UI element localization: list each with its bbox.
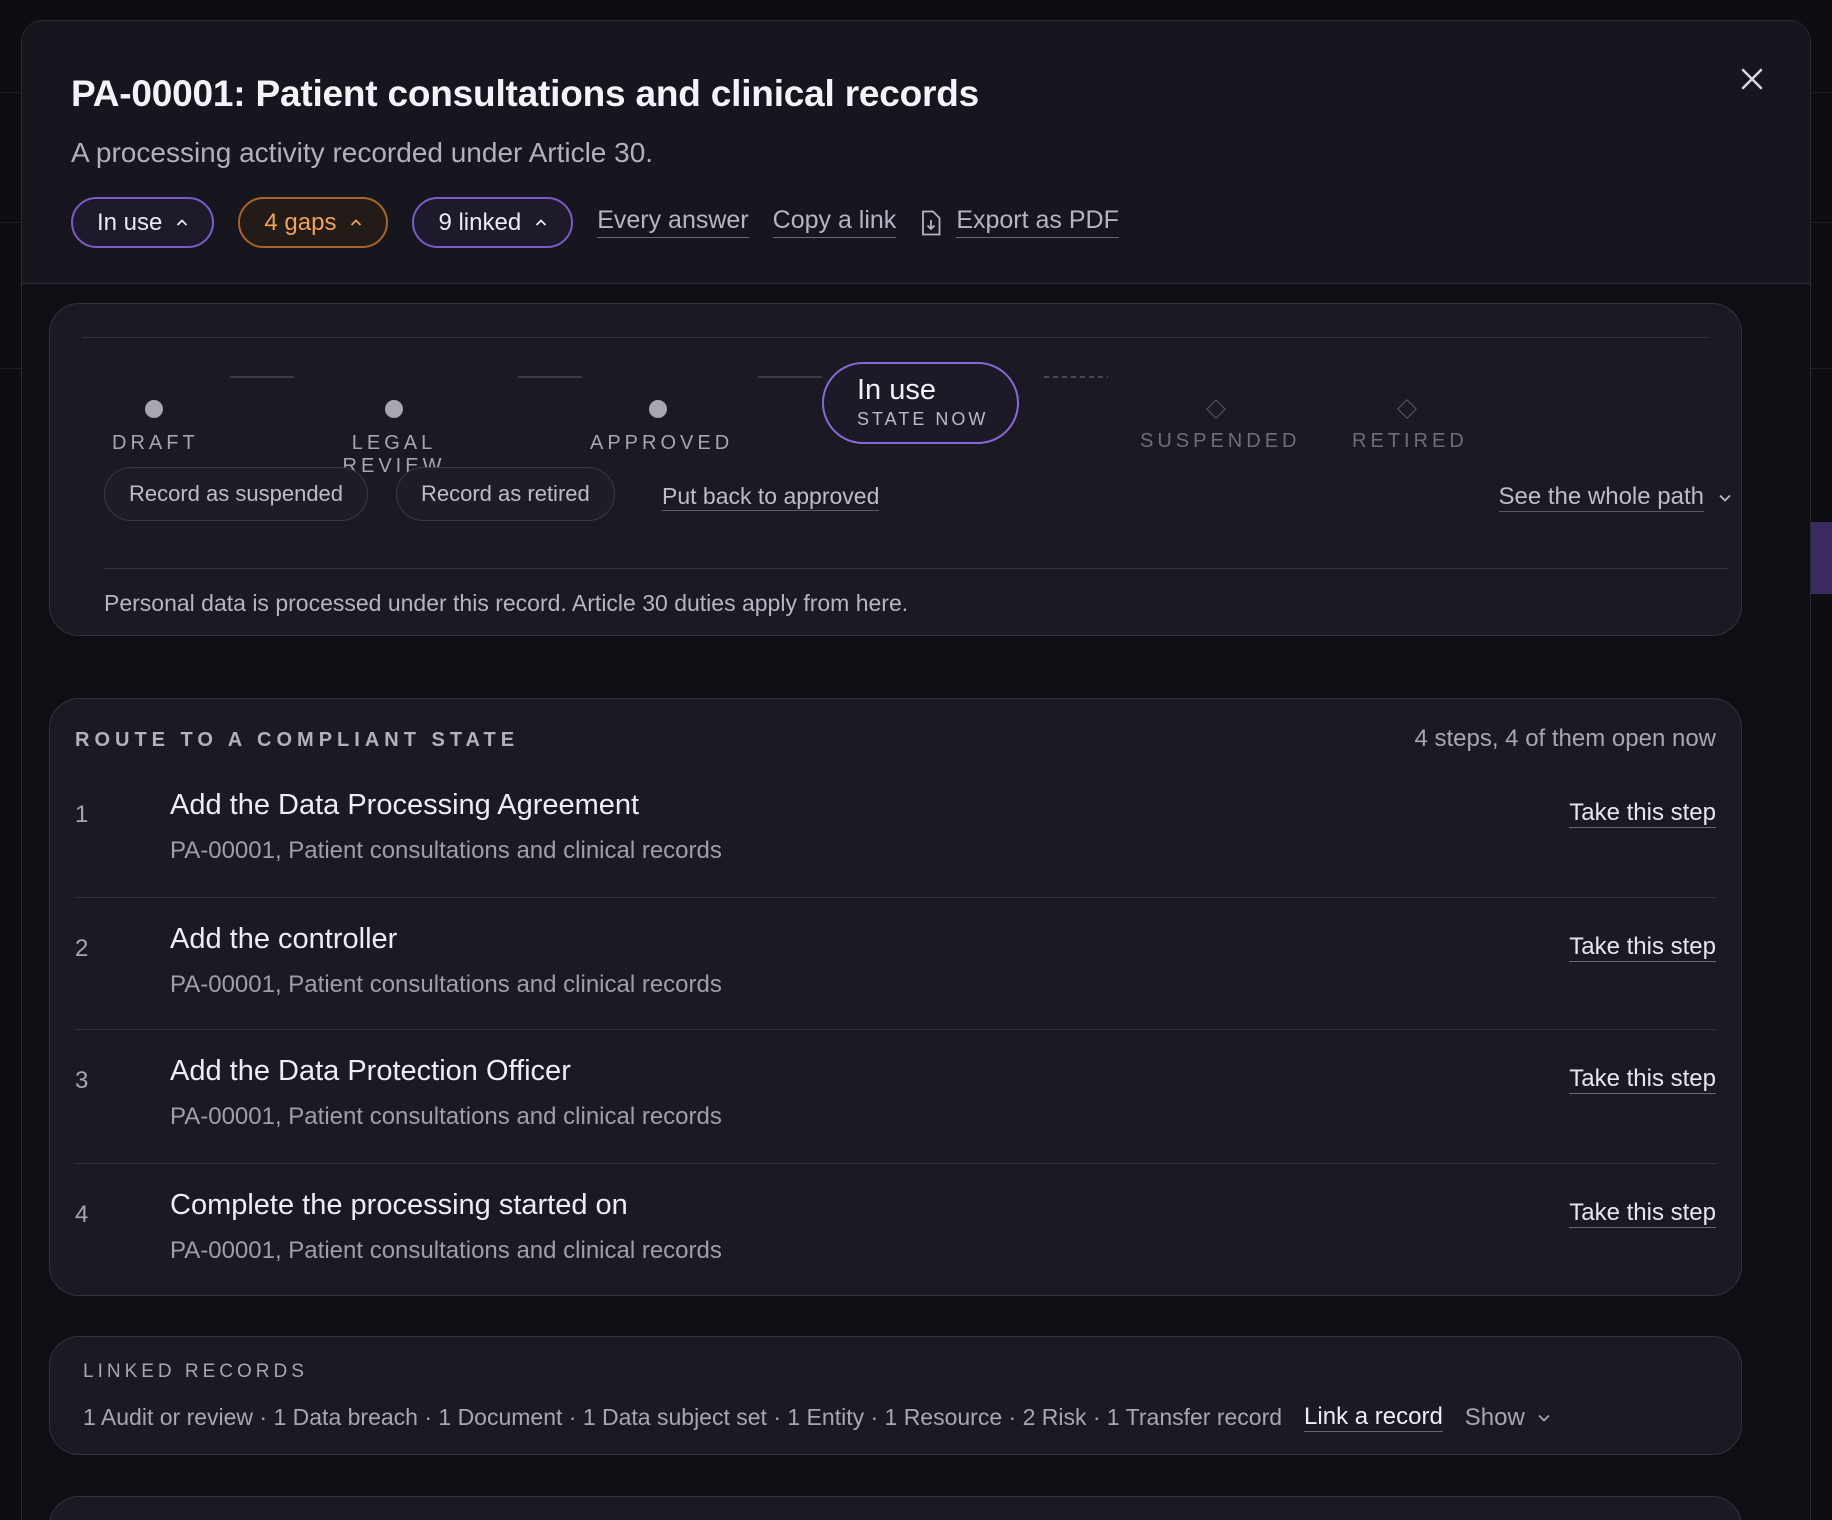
diamond-icon — [1206, 399, 1226, 419]
chevron-down-icon — [1538, 1414, 1550, 1422]
step-subtitle: PA-00001, Patient consultations and clin… — [170, 971, 722, 998]
gaps-chip-label: 4 gaps — [264, 208, 337, 236]
stage-dot — [385, 400, 403, 418]
stage-connector — [758, 376, 822, 378]
linked-records-heading: LINKED RECORDS — [83, 1361, 308, 1382]
step-title: Add the Data Processing Agreement — [170, 789, 640, 821]
step-divider — [75, 897, 1716, 898]
see-whole-path-button[interactable]: See the whole path — [1498, 483, 1733, 512]
stage-label: SUSPENDED — [1140, 430, 1301, 452]
chevron-up-icon — [177, 218, 188, 226]
diamond-icon — [1397, 399, 1417, 419]
route-heading: ROUTE TO A COMPLIANT STATE — [75, 729, 520, 751]
modal-title: PA-00001: Patient consultations and clin… — [71, 73, 980, 114]
link-record-link[interactable]: Link a record — [1304, 1403, 1443, 1432]
take-step-link[interactable]: Take this step — [1569, 1065, 1716, 1094]
linked-records-card: LINKED RECORDS 1 Audit or review · 1 Dat… — [49, 1336, 1742, 1455]
put-back-approved-link[interactable]: Put back to approved — [662, 483, 880, 511]
next-card — [49, 1496, 1742, 1520]
current-state-badge: In use STATE NOW — [822, 362, 1019, 444]
stage-dot — [649, 400, 667, 418]
linked-chip-label: 9 linked — [438, 208, 522, 236]
step-number: 3 — [75, 1067, 89, 1094]
gaps-chip[interactable]: 4 gaps — [238, 197, 389, 248]
record-suspended-button[interactable]: Record as suspended — [104, 467, 369, 521]
step-subtitle: PA-00001, Patient consultations and clin… — [170, 1237, 722, 1264]
stage-suspended: SUSPENDED — [1140, 399, 1301, 453]
step-title: Complete the processing started on — [170, 1189, 628, 1221]
stage-label: APPROVED — [590, 432, 734, 454]
modal-subtitle: A processing activity recorded under Art… — [71, 137, 654, 168]
step-title: Add the controller — [170, 923, 398, 955]
step-divider — [75, 1029, 1716, 1030]
export-pdf-button[interactable]: Export as PDF — [920, 207, 1119, 238]
file-download-icon — [922, 210, 941, 235]
step-number: 1 — [75, 801, 89, 828]
chevron-down-icon — [1719, 494, 1731, 502]
step-divider — [75, 1163, 1716, 1164]
route-card: ROUTE TO A COMPLIANT STATE 4 steps, 4 of… — [49, 698, 1742, 1296]
see-whole-path-label: See the whole path — [1498, 483, 1704, 512]
take-step-link[interactable]: Take this step — [1569, 933, 1716, 962]
close-icon — [1741, 68, 1763, 90]
chevron-up-icon — [351, 218, 362, 226]
stage-connector-dashed — [1044, 376, 1108, 378]
lifecycle-divider — [82, 337, 1709, 338]
export-pdf-label: Export as PDF — [956, 207, 1119, 238]
close-button[interactable] — [1730, 57, 1774, 101]
route-step: 3 Add the Data Protection Officer PA-000… — [75, 1047, 1716, 1180]
linked-records-row: 1 Audit or review · 1 Data breach · 1 Do… — [83, 1403, 1551, 1432]
route-step: 4 Complete the processing started on PA-… — [75, 1181, 1716, 1314]
every-answer-link[interactable]: Every answer — [597, 207, 749, 238]
take-step-link[interactable]: Take this step — [1569, 799, 1716, 828]
status-chip[interactable]: In use — [71, 197, 215, 248]
show-label: Show — [1464, 1403, 1525, 1431]
lifecycle-note-divider — [104, 568, 1728, 569]
stage-label: RETIRED — [1352, 430, 1468, 452]
route-step-count: 4 steps, 4 of them open now — [1414, 725, 1716, 752]
stage-approved: APPROVED — [590, 400, 734, 455]
route-step: 1 Add the Data Processing Agreement PA-0… — [75, 781, 1716, 914]
step-subtitle: PA-00001, Patient consultations and clin… — [170, 1103, 722, 1130]
stage-dot — [145, 400, 163, 418]
show-linked-button[interactable]: Show — [1465, 1404, 1551, 1432]
chevron-up-icon — [536, 218, 547, 226]
stage-retired: RETIRED — [1352, 399, 1468, 453]
stage-label: DRAFT — [112, 432, 199, 454]
linked-chip[interactable]: 9 linked — [412, 197, 574, 248]
take-step-link[interactable]: Take this step — [1569, 1199, 1716, 1228]
record-retired-button[interactable]: Record as retired — [396, 467, 615, 521]
step-number: 2 — [75, 935, 89, 962]
header-actions: In use 4 gaps 9 linked Every answer Copy… — [71, 197, 1761, 248]
linked-records-summary: 1 Audit or review · 1 Data breach · 1 Do… — [83, 1404, 1283, 1430]
stage-connector — [518, 376, 582, 378]
current-state-caption: STATE NOW — [857, 409, 989, 429]
step-number: 4 — [75, 1201, 89, 1228]
stage-connector — [230, 376, 294, 378]
copy-link-link[interactable]: Copy a link — [772, 207, 897, 238]
modal-header: PA-00001: Patient consultations and clin… — [22, 21, 1810, 284]
current-state-label: In use — [857, 374, 936, 406]
status-chip-label: In use — [97, 208, 163, 236]
lifecycle-note: Personal data is processed under this re… — [104, 590, 909, 616]
step-subtitle: PA-00001, Patient consultations and clin… — [170, 837, 722, 864]
step-title: Add the Data Protection Officer — [170, 1055, 571, 1087]
stage-draft: DRAFT — [112, 400, 196, 455]
